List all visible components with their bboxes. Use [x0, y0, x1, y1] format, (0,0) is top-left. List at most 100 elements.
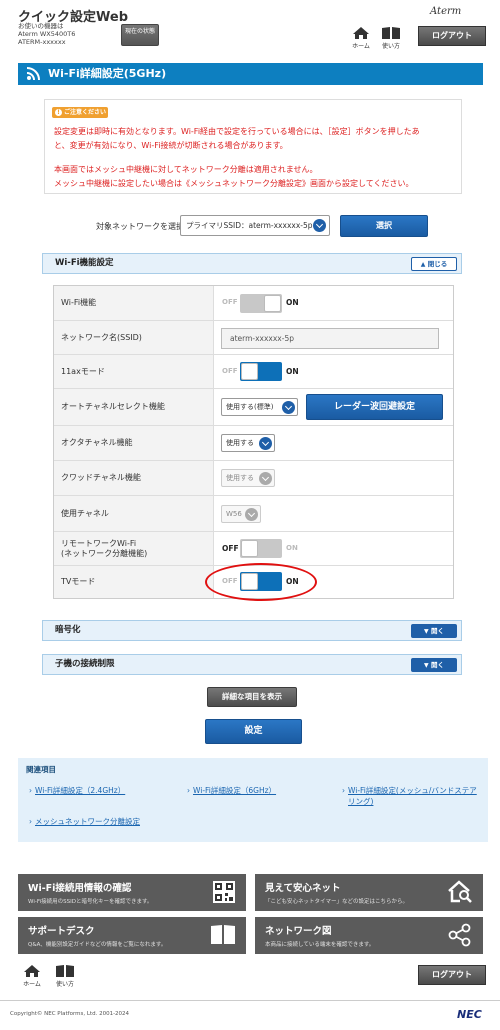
switch-on-label: ON [286, 544, 298, 552]
related-link-mesh[interactable]: Wi-Fi詳細設定(メッシュ/バンドステアリング) [342, 785, 484, 807]
octa-channel-select[interactable]: 使用する [221, 434, 275, 452]
row-label: リモートワークWi-Fi (ネットワーク分離機能) [54, 532, 214, 565]
remote-work-wifi-switch[interactable] [240, 539, 282, 558]
tile-title: ネットワーク図 [265, 926, 332, 937]
select-network-button[interactable]: 選択 [340, 215, 428, 237]
collapse-button[interactable]: ▲ 閉じる [411, 257, 457, 271]
quad-channel-select[interactable]: 使用する [221, 469, 275, 487]
section-title: 子機の接続制限 [55, 659, 115, 669]
chevron-down-icon [313, 219, 326, 232]
related-link-6ghz[interactable]: Wi-Fi詳細設定（6GHz） [187, 785, 276, 796]
page-title-banner: Wi-Fi詳細設定(5GHz) [18, 63, 483, 85]
footer-logout-button[interactable]: ログアウト [418, 965, 486, 985]
notice-line: 設定変更は即時に有効となります。Wi-Fi経由で設定を行っている場合には、［設定… [54, 127, 420, 136]
tile-subtitle: 「こども安心ネットタイマー」などの設定はこちらから。 [265, 899, 409, 905]
chevron-down-icon [245, 508, 258, 521]
chevron-down-icon [259, 437, 272, 450]
tile-support-desk[interactable]: サポートデスク Q&A、機能別設定ガイドなどの情報をご覧になれます。 [18, 917, 246, 954]
book-icon [211, 925, 235, 944]
switch-knob [241, 363, 258, 380]
target-network-select[interactable]: プライマリSSID：aterm-xxxxxx-5p [180, 215, 330, 236]
tile-subtitle: Q&A、機能別設定ガイドなどの情報をご覧になれます。 [28, 942, 167, 948]
copyright: Copyright© NEC Platforms, Ltd. 2001-2024 [10, 1011, 130, 1017]
tile-network-map[interactable]: ネットワーク図 本商品に接続している端末を確認できます。 [255, 917, 483, 954]
encryption-section-header[interactable]: 暗号化 ▼ 開く [42, 620, 462, 641]
expand-button[interactable]: ▼ 開く [411, 658, 457, 672]
select-value: 使用する(標準) [226, 403, 274, 411]
home-icon [24, 965, 40, 977]
tile-title: サポートデスク [28, 926, 95, 937]
select-value: 使用する [226, 439, 254, 447]
select-value: W56 [226, 510, 242, 518]
logout-button[interactable]: ログアウト [418, 26, 486, 46]
tile-mieru-anshin-net[interactable]: 見えて安心ネット 「こども安心ネットタイマー」などの設定はこちらから。 [255, 874, 483, 911]
row-label: オクタチャネル機能 [54, 426, 214, 460]
auto-channel-select[interactable]: 使用する(標準) [221, 398, 298, 416]
row-label: TVモード [54, 566, 214, 598]
page-title: Wi-Fi詳細設定(5GHz) [48, 67, 167, 80]
tile-subtitle: Wi-Fi接続用のSSIDと暗号化キーを確認できます。 [28, 899, 153, 905]
exclamation-icon: ! [55, 109, 62, 116]
11ax-mode-switch[interactable] [240, 362, 282, 381]
footer-manual-button[interactable]: 使い方 [53, 964, 77, 988]
row-label: Wi-Fi機能 [54, 286, 214, 320]
home-button[interactable]: ホーム [349, 26, 373, 50]
network-share-icon [448, 923, 471, 947]
settings-table: Wi-Fi機能 OFF ON ネットワーク名(SSID) aterm-xxxxx… [53, 285, 454, 599]
table-row: Wi-Fi機能 OFF ON [54, 286, 453, 321]
manual-button[interactable]: 使い方 [379, 26, 403, 50]
chevron-down-icon: ▼ [424, 628, 429, 635]
switch-on-label: ON [286, 298, 299, 307]
wifi-function-section-header[interactable]: Wi-Fi機能設定 ▲ 閉じる [42, 253, 462, 274]
section-title: Wi-Fi機能設定 [55, 258, 114, 268]
device-info: お使いの機器は Aterm WX5400T6 ATERM-xxxxxx [18, 22, 75, 46]
caution-label: ご注意ください [64, 109, 107, 116]
row-label: クワッドチャネル機能 [54, 461, 214, 495]
chevron-down-icon [282, 401, 295, 414]
show-details-button[interactable]: 詳細な項目を表示 [207, 687, 297, 707]
manual-label: 使い方 [381, 43, 400, 50]
ssid-field[interactable]: aterm-xxxxxx-5p [221, 328, 439, 349]
row-label-line: (ネットワーク分離機能) [61, 548, 148, 558]
manual-label: 使い方 [55, 981, 74, 988]
tile-wifi-info[interactable]: Wi-Fi接続用情報の確認 Wi-Fi接続用のSSIDと暗号化キーを確認できます… [18, 874, 246, 911]
row-label: 11axモード [54, 355, 214, 388]
collapse-label: 閉じる [427, 260, 448, 268]
child-limit-section-header[interactable]: 子機の接続制限 ▼ 開く [42, 654, 462, 675]
table-row: 使用チャネル W56 [54, 496, 453, 532]
notice-line: メッシュ中継機に設定したい場合は《メッシュネットワーク分離設定》画面から設定して… [54, 179, 414, 188]
channel-select[interactable]: W56 [221, 505, 261, 523]
home-icon [353, 27, 369, 39]
home-search-icon [448, 880, 472, 903]
target-network-label: 対象ネットワークを選択 [96, 222, 184, 231]
expand-label: 開く [430, 627, 444, 635]
related-title: 関連項目 [26, 765, 56, 774]
apply-button[interactable]: 設定 [205, 719, 302, 744]
notice-text-1: 設定変更は即時に有効となります。Wi-Fi経由で設定を行っている場合には、［設定… [54, 125, 464, 153]
notice-text-2: 本画面ではメッシュ中継機に対してネットワーク分離は適用されません。 メッシュ中継… [54, 163, 464, 191]
tile-title: 見えて安心ネット [265, 883, 341, 894]
expand-button[interactable]: ▼ 開く [411, 624, 457, 638]
row-label-line: リモートワークWi-Fi [61, 538, 137, 548]
chevron-up-icon: ▲ [420, 261, 426, 268]
target-network-value: プライマリSSID：aterm-xxxxxx-5p [186, 221, 313, 230]
footer-home-button[interactable]: ホーム [20, 964, 44, 988]
footer-divider [0, 1000, 500, 1001]
device-caption: お使いの機器は [18, 22, 64, 30]
switch-knob [241, 540, 258, 557]
table-row: オートチャネルセレクト機能 使用する(標準) レーダー波回避設定 [54, 389, 453, 426]
caution-badge: ! ご注意ください [52, 107, 108, 118]
radar-avoidance-button[interactable]: レーダー波回避設定 [306, 394, 443, 420]
select-value: 使用する [226, 474, 254, 482]
tile-subtitle: 本商品に接続している端末を確認できます。 [265, 942, 375, 948]
current-status-button[interactable]: 現在の状態 [121, 24, 159, 46]
wifi-icon [26, 67, 40, 81]
related-link-mesh-isolation[interactable]: メッシュネットワーク分離設定 [29, 816, 140, 827]
chevron-down-icon: ▼ [424, 662, 429, 669]
switch-on-label: ON [286, 367, 299, 376]
notice-line: 本画面ではメッシュ中継機に対してネットワーク分離は適用されません。 [54, 165, 318, 174]
wifi-function-switch[interactable] [240, 294, 282, 313]
tile-title: Wi-Fi接続用情報の確認 [28, 883, 132, 894]
qr-code-icon [213, 881, 235, 903]
related-link-24ghz[interactable]: Wi-Fi詳細設定（2.4GHz） [29, 785, 125, 796]
